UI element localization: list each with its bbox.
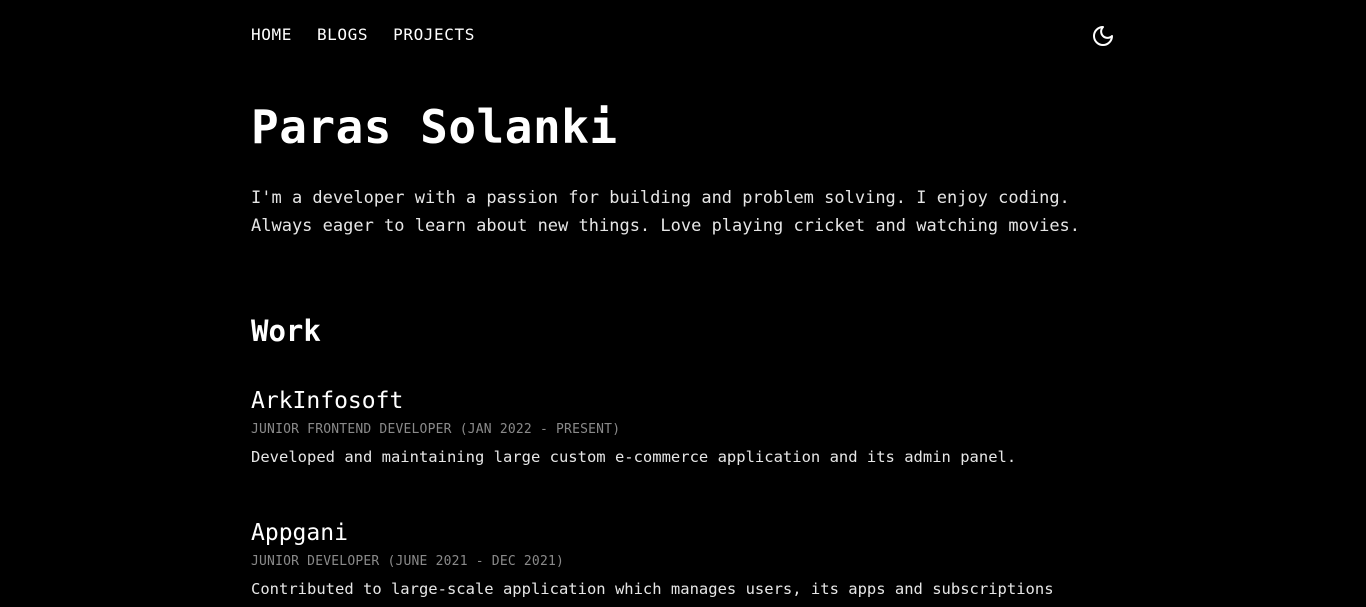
job-description: Contributed to large-scale application w… [251, 580, 1054, 598]
job-role: JUNIOR DEVELOPER (JUNE 2021 - DEC 2021) [251, 554, 565, 569]
job-role: JUNIOR FRONTEND DEVELOPER (JAN 2022 - PR… [251, 422, 621, 437]
nav-links: HOME BLOGS PROJECTS [251, 25, 1115, 44]
nav-link-home[interactable]: HOME [251, 25, 292, 44]
job-item: ArkInfosoft JUNIOR FRONTEND DEVELOPER (J… [251, 386, 1115, 468]
job-company: ArkInfosoft [251, 388, 404, 414]
work-section-title: Work [251, 314, 321, 348]
job-item: Appgani JUNIOR DEVELOPER (JUNE 2021 - DE… [251, 518, 1115, 600]
page-title: Paras Solanki [251, 100, 618, 154]
nav-link-projects[interactable]: PROJECTS [393, 25, 475, 44]
moon-icon [1093, 26, 1113, 46]
nav-link-blogs[interactable]: BLOGS [317, 25, 368, 44]
theme-toggle-button[interactable] [1091, 24, 1115, 48]
job-company: Appgani [251, 520, 348, 546]
top-nav: HOME BLOGS PROJECTS [251, 25, 1115, 47]
job-description: Developed and maintaining large custom e… [251, 448, 1017, 466]
intro-text: I'm a developer with a passion for build… [251, 188, 1081, 236]
